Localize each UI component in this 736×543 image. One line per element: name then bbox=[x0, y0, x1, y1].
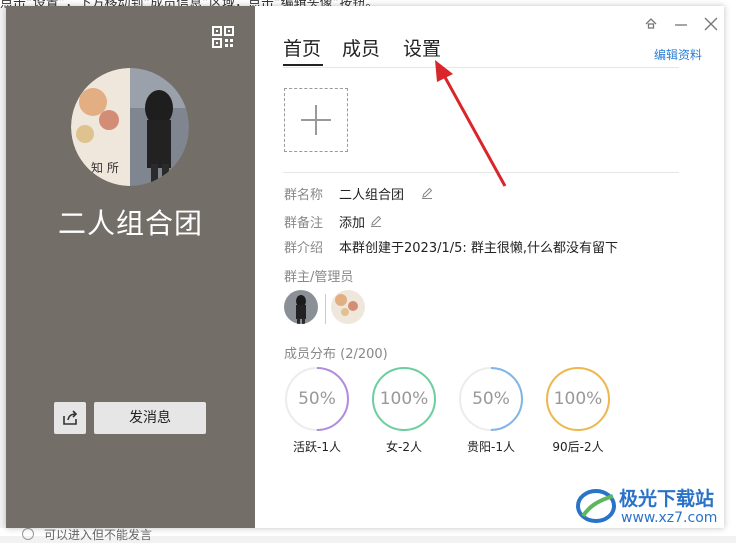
background-radio bbox=[22, 528, 34, 540]
stat-percent: 50% bbox=[298, 389, 336, 409]
group-intro-value: 本群创建于2023/1/5: 群主很懒,什么都没有留下 bbox=[339, 241, 619, 256]
add-photo-button[interactable] bbox=[284, 88, 348, 152]
admin-avatar[interactable] bbox=[331, 290, 365, 324]
group-name-heading: 二人组合团 bbox=[57, 207, 203, 240]
group-name-label: 群名称 bbox=[284, 188, 324, 203]
watermark-title: 极光下载站 bbox=[619, 488, 715, 510]
pin-icon[interactable] bbox=[643, 16, 659, 32]
stat-percent: 100% bbox=[379, 389, 429, 409]
owner-avatar[interactable] bbox=[284, 290, 318, 324]
background-right-strip bbox=[724, 0, 736, 536]
annotation-arrow bbox=[435, 60, 507, 187]
member-distribution-title: 成员分布 (2/200) bbox=[284, 347, 388, 362]
share-icon bbox=[63, 410, 78, 425]
stat-age: 100% 90后-2人 bbox=[545, 366, 611, 454]
group-profile-main: 首页 成员 设置 编辑资料 群名称 二人组合团 群备注 添加 群介绍 本群创建于… bbox=[255, 6, 724, 528]
stat-active: 50% 活跃-1人 bbox=[284, 366, 350, 454]
plus-icon bbox=[301, 105, 331, 135]
edit-profile-link[interactable]: 编辑资料 bbox=[654, 46, 702, 63]
group-intro-label: 群介绍 bbox=[284, 241, 324, 256]
close-icon[interactable] bbox=[703, 16, 719, 32]
group-profile-sidebar: 知 所 二人组合团 发消息 bbox=[6, 6, 255, 528]
tab-members[interactable]: 成员 bbox=[342, 34, 380, 61]
edit-remark-pencil-icon[interactable] bbox=[370, 215, 382, 227]
site-watermark: 极光下载站 www.xz7.com bbox=[575, 482, 725, 528]
group-name-value: 二人组合团 bbox=[339, 188, 405, 203]
watermark-url: www.xz7.com bbox=[621, 510, 718, 526]
share-button[interactable] bbox=[54, 402, 86, 434]
group-profile-dialog: 知 所 二人组合团 发消息 首页 成员 设置 编辑资料 群名称 二人组合团 群备… bbox=[6, 6, 724, 528]
stat-location: 50% 贵阳-1人 bbox=[458, 366, 524, 454]
admins-label: 群主/管理员 bbox=[284, 270, 354, 285]
background-bottom-text: 可以进入但不能发言 bbox=[44, 528, 153, 542]
group-remark-add-link[interactable]: 添加 bbox=[339, 212, 365, 231]
svg-text:知 所: 知 所 bbox=[91, 161, 119, 175]
qr-code-icon[interactable] bbox=[212, 26, 234, 48]
minimize-icon[interactable] bbox=[673, 16, 689, 32]
admin-separator bbox=[325, 294, 326, 324]
tab-active-indicator bbox=[283, 64, 323, 66]
watermark-logo-icon bbox=[576, 489, 616, 523]
group-remark-label: 群备注 bbox=[284, 216, 324, 231]
send-message-button[interactable]: 发消息 bbox=[94, 402, 206, 434]
group-avatar[interactable]: 知 所 bbox=[71, 68, 189, 186]
stat-female: 100% 女-2人 bbox=[371, 366, 437, 454]
tab-home[interactable]: 首页 bbox=[283, 34, 321, 61]
stat-percent: 50% bbox=[472, 389, 510, 409]
stat-label: 90后-2人 bbox=[552, 440, 604, 454]
stat-percent: 100% bbox=[553, 389, 603, 409]
